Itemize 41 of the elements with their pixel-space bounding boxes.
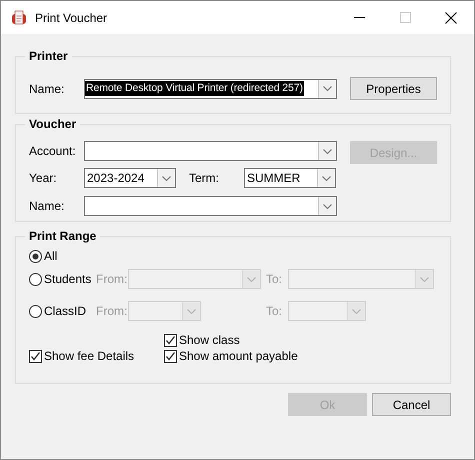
chevron-icon — [420, 276, 429, 282]
field-label: Term: — [189, 171, 220, 185]
field-label: From: — [96, 304, 128, 318]
group-title: Voucher — [28, 117, 78, 131]
chevron-icon — [323, 86, 332, 91]
field-label: To: — [266, 272, 284, 286]
name-combo[interactable] — [84, 196, 337, 216]
checkbox[interactable] — [164, 334, 177, 346]
group-title: Printer — [28, 49, 69, 63]
group-title: Print Range — [28, 229, 98, 243]
field-label: From: — [96, 272, 128, 286]
year-combo[interactable]: 2023-2024 — [84, 168, 176, 188]
checkbox-option[interactable]: Show amount payable — [164, 349, 438, 363]
field-label: Account: — [29, 144, 77, 158]
chevron-icon — [323, 204, 332, 208]
field-label: Name: — [29, 199, 66, 213]
checkbox[interactable] — [29, 350, 42, 362]
radio-button[interactable] — [29, 250, 42, 262]
field-label: Name: — [29, 82, 66, 96]
field-label: Year: — [29, 171, 58, 185]
printer-combo[interactable]: Remote Desktop Virtual Printer (redirected 257) — [84, 78, 337, 98]
maximize-icon — [400, 12, 410, 23]
chevron-icon — [247, 276, 256, 282]
chevron-icon — [322, 176, 331, 180]
radio-option[interactable]: All — [29, 249, 96, 263]
close-icon — [445, 12, 457, 24]
dialog-button[interactable]: Cancel — [372, 393, 451, 416]
window-title: Print Voucher — [35, 10, 108, 24]
chevron-icon — [323, 148, 332, 154]
chevron-icon — [352, 308, 361, 314]
account-combo[interactable] — [84, 141, 337, 161]
minimize-icon — [354, 17, 364, 18]
chevron-icon — [162, 176, 171, 180]
printer-app-icon — [11, 10, 27, 26]
chevron-icon — [187, 308, 196, 314]
term-combo[interactable]: SUMMER — [244, 168, 336, 188]
checkbox-option[interactable]: Show class — [164, 333, 438, 347]
checkbox-option[interactable]: Show fee Details — [29, 349, 164, 363]
checkbox[interactable] — [164, 350, 177, 362]
field-label: To: — [266, 304, 284, 318]
properties-button[interactable]: Properties — [350, 77, 437, 100]
